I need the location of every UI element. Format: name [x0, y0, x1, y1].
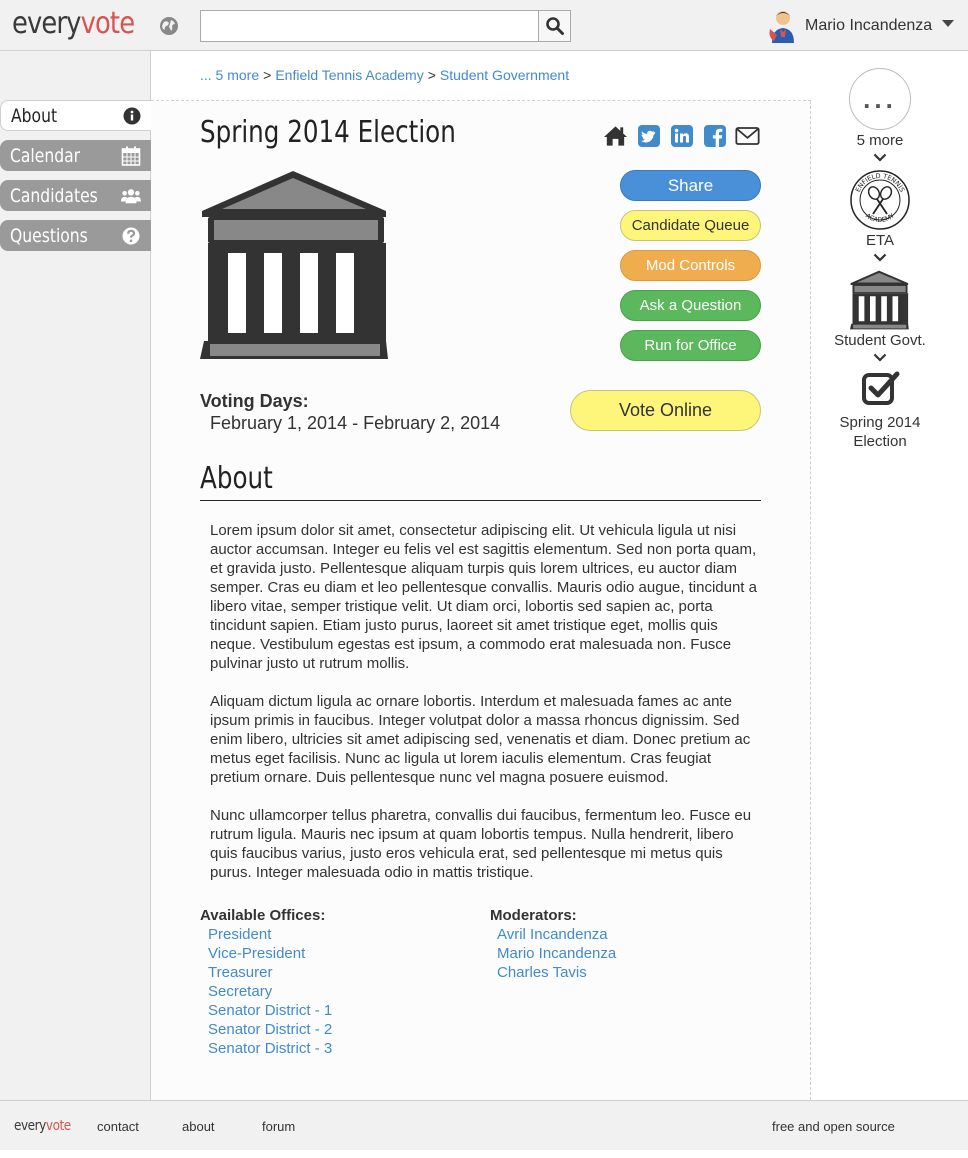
user-menu[interactable]: Mario Incandenza — [768, 9, 955, 43]
moderators-label: Moderators: — [490, 907, 577, 924]
office-link[interactable]: Senator District - 1 — [208, 1001, 332, 1020]
rail-election-label-2: Election — [853, 433, 907, 450]
footer-logo-every: every — [14, 1118, 46, 1134]
vote-online-button[interactable]: Vote Online — [570, 390, 761, 431]
footer-contact-link[interactable]: contact — [97, 1119, 139, 1134]
moderator-link[interactable]: Avril Incandenza — [497, 925, 616, 944]
office-link[interactable]: Senator District - 3 — [208, 1039, 332, 1058]
rail-election-item[interactable]: Spring 2014 Election — [811, 413, 949, 451]
rail-more-item[interactable]: 5 more — [811, 131, 949, 150]
footer-about-link[interactable]: about — [182, 1119, 215, 1134]
run-for-office-button[interactable]: Run for Office — [620, 330, 761, 361]
question-circle-icon — [121, 226, 141, 246]
breadcrumb: ... 5 more > Enfield Tennis Academy > Studen… — [200, 67, 569, 83]
more-button[interactable]: ... — [849, 68, 911, 130]
check-square-icon[interactable] — [861, 370, 901, 406]
main-content: ... 5 more > Enfield Tennis Academy > Studen… — [151, 51, 811, 1100]
moderator-link[interactable]: Mario Incandenza — [497, 944, 616, 963]
share-button[interactable]: Share — [620, 170, 761, 201]
user-name: Mario Incandenza — [805, 17, 933, 34]
page-title: Spring 2014 Election — [200, 115, 456, 150]
about-paragraph: Aliquam dictum ligula ac ornare lobortis… — [210, 693, 751, 786]
breadcrumb-bar: ... 5 more > Enfield Tennis Academy > Studen… — [151, 51, 811, 101]
mod-controls-button[interactable]: Mod Controls — [620, 250, 761, 281]
social-share-bar — [603, 123, 760, 148]
breadcrumb-separator: > — [263, 67, 272, 83]
voting-days-label: Voting Days: — [200, 391, 309, 411]
office-link[interactable]: President — [208, 925, 332, 944]
globe-icon[interactable] — [158, 15, 180, 37]
about-heading-text: About — [200, 461, 273, 496]
rail-academy-item[interactable]: ETA — [811, 231, 949, 250]
office-link[interactable]: Secretary — [208, 982, 332, 1001]
footer-license-link[interactable]: free and open source — [772, 1119, 895, 1134]
footer: everyvote contact about forum free and o… — [0, 1100, 968, 1150]
sidebar-item-label: Questions — [10, 224, 88, 247]
about-heading: About — [200, 461, 761, 501]
rail-govt-label: Student Govt. — [834, 332, 926, 349]
breadcrumb-separator: > — [427, 67, 436, 83]
logo[interactable]: everyvote — [12, 6, 135, 41]
chevron-down-icon — [873, 353, 887, 362]
page-bottom-strip — [0, 1150, 968, 1158]
chevron-down-icon — [942, 19, 955, 27]
info-circle-icon — [122, 106, 142, 126]
government-building-icon — [200, 171, 388, 359]
sidebar-item-about[interactable]: About — [0, 100, 152, 131]
ask-question-button[interactable]: Ask a Question — [620, 290, 761, 321]
twitter-icon[interactable] — [636, 123, 661, 148]
candidate-queue-button[interactable]: Candidate Queue — [620, 210, 761, 241]
sidebar-item-label: About — [11, 104, 58, 127]
sidebar-item-calendar[interactable]: Calendar — [0, 140, 151, 171]
rail-academy-label: ETA — [865, 232, 895, 249]
sidebar-item-candidates[interactable]: Candidates — [0, 180, 151, 211]
breadcrumb-more-link[interactable]: ... 5 more — [200, 67, 259, 83]
rail-govt-item[interactable]: Student Govt. — [811, 331, 949, 350]
home-icon[interactable] — [603, 123, 628, 148]
office-link[interactable]: Vice-President — [208, 944, 332, 963]
search-input[interactable] — [200, 10, 539, 42]
academy-seal-icon[interactable]: ENFIELD TENNIS ACADEMY — [850, 170, 910, 230]
footer-logo[interactable]: everyvote — [14, 1118, 71, 1134]
sidebar-item-label: Calendar — [10, 144, 81, 167]
breadcrumb-academy-link[interactable]: Enfield Tennis Academy — [275, 67, 423, 83]
voting-days-value: February 1, 2014 - February 2, 2014 — [210, 413, 501, 433]
sidebar-item-label: Candidates — [10, 184, 98, 207]
top-header: everyvote Mario Incandenza — [0, 0, 968, 51]
envelope-icon[interactable] — [735, 123, 760, 148]
footer-logo-vote: vote — [45, 1118, 71, 1134]
hierarchy-rail: ... 5 more ENFIELD TENNIS ACADEMY ETA St… — [811, 51, 968, 1100]
about-paragraph: Nunc ullamcorper tellus pharetra, conval… — [210, 807, 752, 881]
logo-every: every — [12, 6, 81, 41]
search-icon — [545, 17, 564, 35]
office-link[interactable]: Treasurer — [208, 963, 332, 982]
left-sidebar: About Calendar Candidates Questions — [0, 51, 152, 1100]
search-button[interactable] — [538, 10, 571, 42]
breadcrumb-govt-link[interactable]: Student Government — [440, 67, 569, 83]
office-link[interactable]: Senator District - 2 — [208, 1020, 332, 1039]
facebook-icon[interactable] — [702, 123, 727, 148]
users-icon — [121, 186, 141, 206]
logo-vote: vote — [80, 6, 135, 41]
rail-election-label-1: Spring 2014 — [839, 414, 921, 431]
chevron-down-icon — [873, 153, 887, 162]
chevron-down-icon — [873, 253, 887, 262]
moderator-link[interactable]: Charles Tavis — [497, 963, 616, 982]
linkedin-icon[interactable] — [669, 123, 694, 148]
about-paragraph: Lorem ipsum dolor sit amet, consectetur … — [210, 522, 757, 672]
calendar-icon — [121, 146, 141, 166]
available-offices-label: Available Offices: — [200, 907, 326, 924]
rail-more-label: 5 more — [856, 132, 904, 149]
moderators-list: Avril Incandenza Mario Incandenza Charle… — [497, 925, 616, 982]
avatar — [769, 11, 794, 43]
government-building-icon[interactable] — [849, 270, 911, 330]
footer-forum-link[interactable]: forum — [262, 1119, 295, 1134]
sidebar-item-questions[interactable]: Questions — [0, 220, 151, 251]
offices-list: President Vice-President Treasurer Secre… — [208, 925, 332, 1058]
